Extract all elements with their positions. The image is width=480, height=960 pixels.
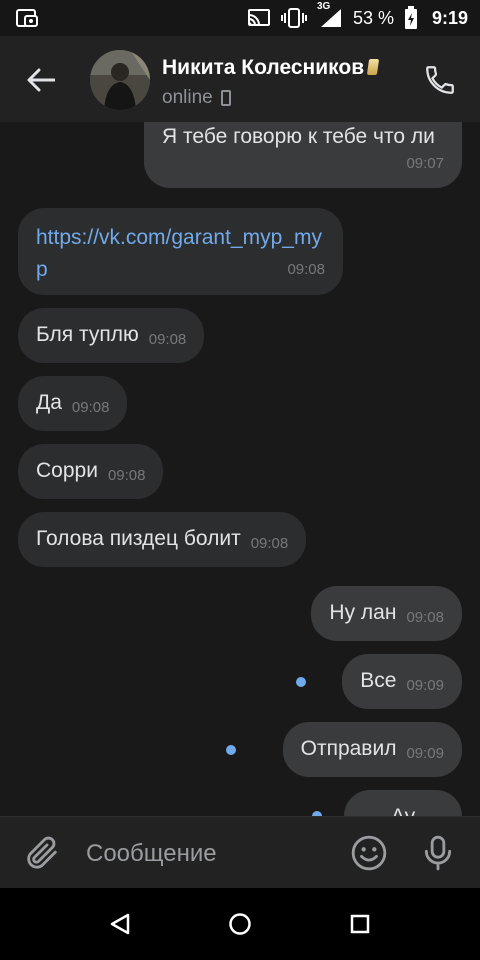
message-time: 09:09: [406, 745, 444, 762]
voice-message-button[interactable]: [418, 833, 458, 873]
message-bubble-incoming[interactable]: Голова пиздец болит 09:08: [18, 512, 307, 567]
square-recents-icon: [350, 914, 370, 934]
notification-app-icon: [16, 8, 38, 28]
back-button[interactable]: [18, 58, 64, 102]
system-navigation-bar: [0, 888, 480, 960]
message-text: Отправил: [300, 737, 397, 760]
message-time: 09:08: [250, 535, 289, 552]
message-text: Да: [36, 391, 62, 414]
nav-home-button[interactable]: [220, 904, 260, 944]
message-list[interactable]: Я тебе говорю к тебе что ли 09:07 https:…: [0, 122, 480, 816]
call-button[interactable]: [418, 58, 462, 102]
microphone-icon: [424, 835, 452, 871]
message-text: Я тебе говорю к тебе что ли: [162, 125, 435, 148]
emoji-icon: [351, 835, 387, 871]
message-composer: [0, 816, 480, 888]
mobile-device-icon: [220, 90, 231, 106]
attach-button[interactable]: [22, 833, 62, 873]
message-input[interactable]: [86, 837, 326, 871]
message-text: Все: [360, 669, 397, 692]
network-type: 3G: [316, 1, 331, 12]
avatar[interactable]: [90, 50, 150, 110]
message-link[interactable]: https://vk.com/garant_myp_myp: [36, 226, 322, 281]
paperclip-icon: [27, 836, 57, 869]
contact-status: online: [162, 87, 231, 109]
clock: 9:19: [431, 7, 468, 28]
circle-home-icon: [229, 913, 251, 935]
signal-icon: 3G: [317, 1, 343, 29]
message-bubble-outgoing[interactable]: Отправил 09:09: [282, 722, 462, 777]
message-time: 09:08: [148, 331, 187, 348]
vibrate-icon: [280, 7, 307, 29]
triangle-back-icon: [110, 913, 130, 935]
message-time: 09:08: [107, 467, 146, 484]
emoji-button[interactable]: [349, 833, 389, 873]
contact-name[interactable]: Никита Колесников: [162, 56, 380, 80]
status-bar: 3G 53 % 9:19: [0, 0, 480, 36]
message-text: Голова пиздец болит: [36, 527, 241, 550]
verified-badge-icon: [367, 59, 380, 75]
unread-indicator: [226, 745, 236, 755]
message-bubble-outgoing[interactable]: Я тебе говорю к тебе что ли 09:07: [144, 122, 462, 188]
message-bubble-incoming[interactable]: Да 09:08: [18, 376, 128, 431]
nav-back-button[interactable]: [100, 904, 140, 944]
message-time: 09:08: [71, 399, 110, 416]
message-text: Ау: [391, 805, 415, 816]
battery-icon: [404, 6, 418, 30]
message-time: 09:08: [287, 261, 325, 278]
phone-call-icon: [426, 66, 454, 94]
message-text: Ну лан: [329, 601, 397, 624]
screen-cast-icon: [247, 8, 271, 28]
message-bubble-outgoing[interactable]: Ау: [344, 790, 462, 816]
message-bubble-incoming[interactable]: Сорри 09:08: [18, 444, 164, 499]
message-bubble-outgoing[interactable]: Все 09:09: [342, 654, 462, 709]
message-time: 09:07: [406, 155, 444, 172]
message-text: Бля туплю: [36, 323, 139, 346]
message-time: 09:09: [406, 677, 444, 694]
message-bubble-incoming[interactable]: Бля туплю 09:08: [18, 308, 205, 363]
back-arrow-icon: [27, 68, 55, 92]
message-bubble-outgoing[interactable]: Ну лан 09:08: [311, 586, 462, 641]
unread-indicator: [296, 677, 306, 687]
chat-header: Никита Колесников online: [0, 36, 480, 122]
battery-percent: 53 %: [352, 7, 394, 28]
nav-recents-button[interactable]: [340, 904, 380, 944]
message-text: Сорри: [36, 459, 98, 482]
message-time: 09:08: [406, 609, 444, 626]
message-bubble-incoming[interactable]: https://vk.com/garant_myp_myp 09:08: [18, 208, 343, 295]
